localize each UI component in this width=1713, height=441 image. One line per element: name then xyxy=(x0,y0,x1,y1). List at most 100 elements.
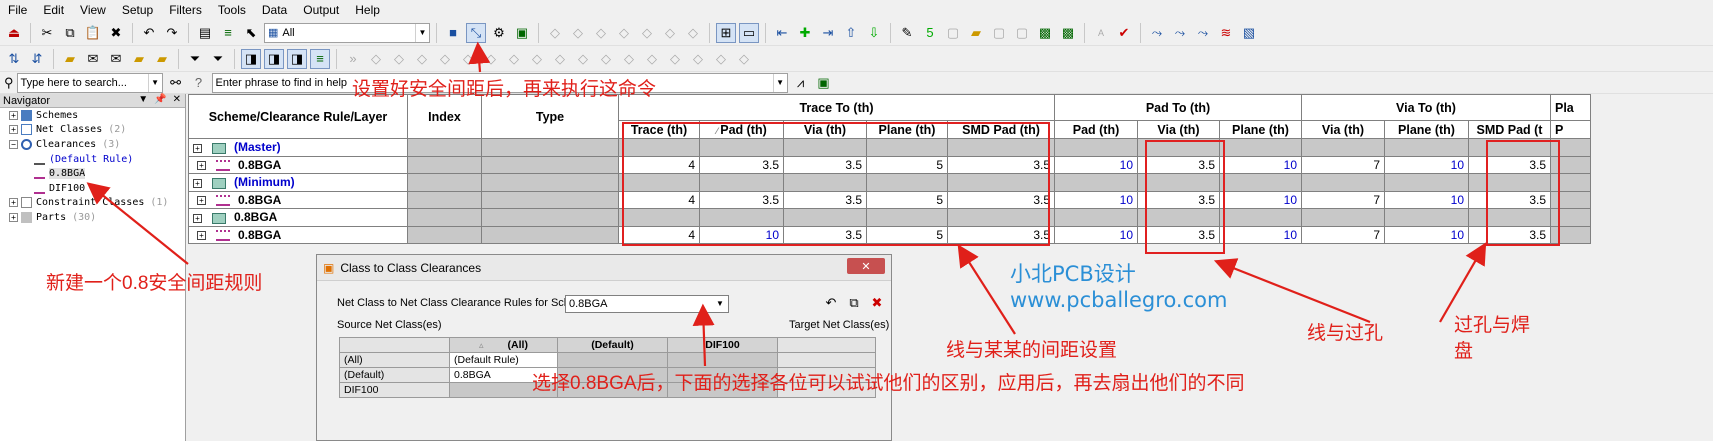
tree-item-schemes[interactable]: + Schemes xyxy=(0,108,185,123)
expand-icon[interactable]: + xyxy=(197,161,206,171)
help-icon[interactable]: ? xyxy=(189,73,209,93)
route-icon[interactable]: ⤳ xyxy=(1193,23,1213,43)
menu-help[interactable]: Help xyxy=(347,0,388,20)
matrix-cell[interactable]: (Default Rule) xyxy=(449,352,558,368)
tree-item-0-8bga[interactable]: 0.8BGA xyxy=(0,166,185,181)
exit-icon[interactable]: ⏏ xyxy=(4,23,24,43)
row-name-cell[interactable]: + (Master) xyxy=(188,138,408,157)
matrix-col-header[interactable]: ▵ (All) xyxy=(449,337,558,353)
tree-view-icon[interactable]: ⊞ xyxy=(716,22,736,43)
delete-icon[interactable]: ✖ xyxy=(106,23,126,43)
value-cell[interactable] xyxy=(1054,173,1138,192)
matrix-row-header[interactable]: (All) xyxy=(339,352,450,368)
pcb-icon[interactable]: ▩ xyxy=(1035,23,1055,43)
3d-view-icon[interactable]: ▣ xyxy=(512,23,532,43)
value-cell[interactable]: 7 xyxy=(1301,190,1385,209)
3d-view-icon[interactable]: ▣ xyxy=(814,73,834,93)
shape-icon[interactable]: ◇ xyxy=(683,23,703,43)
col-header[interactable]: P xyxy=(1550,120,1591,139)
sort-ascending-icon[interactable]: ⇅ xyxy=(4,49,24,69)
shape-icon[interactable]: ◇ xyxy=(596,49,616,69)
doc-icon[interactable]: ▢ xyxy=(989,23,1009,43)
tree-item-net-classes[interactable]: + Net Classes (2) xyxy=(0,123,185,138)
menu-setup[interactable]: Setup xyxy=(114,0,161,20)
matrix-row-header[interactable]: (Default) xyxy=(339,367,450,383)
close-icon[interactable]: ✕ xyxy=(173,94,181,105)
expand-icon[interactable]: + xyxy=(193,213,202,223)
route-icon[interactable]: ⤳ xyxy=(1170,23,1190,43)
shape-icon[interactable]: ◇ xyxy=(568,23,588,43)
value-cell[interactable] xyxy=(1219,173,1302,192)
index-cell[interactable] xyxy=(407,225,482,244)
copy-icon[interactable]: ⧉ xyxy=(844,293,864,313)
collapse-icon[interactable]: − xyxy=(9,139,18,149)
expand-icon[interactable]: + xyxy=(197,231,206,241)
layers-icon[interactable]: ≡ xyxy=(310,48,330,69)
shape-icon[interactable]: ◇ xyxy=(412,49,432,69)
rules-icon[interactable]: ⚙ xyxy=(489,23,509,43)
value-cell[interactable]: 10 xyxy=(1219,225,1302,244)
sort-descending-icon[interactable]: ⇵ xyxy=(27,49,47,69)
chevron-down-icon[interactable]: ▼ xyxy=(147,73,162,92)
value-cell[interactable] xyxy=(1054,138,1138,157)
row-name-cell[interactable]: +0.8BGA xyxy=(188,155,408,174)
value-cell[interactable]: 10 xyxy=(1054,190,1138,209)
row-name-cell[interactable]: +0.8BGA xyxy=(188,208,408,227)
index-cell[interactable] xyxy=(407,173,482,192)
doc-icon[interactable]: ▢ xyxy=(1012,23,1032,43)
filter-combo[interactable]: ▦ All ▼ xyxy=(264,22,430,43)
col-header[interactable]: Plane (th) xyxy=(1384,120,1469,139)
shape-icon[interactable]: ◇ xyxy=(642,49,662,69)
matrix-cell[interactable] xyxy=(667,352,778,368)
chevron-down-icon[interactable]: ▼ xyxy=(772,73,787,92)
properties-icon[interactable]: ▤ xyxy=(195,23,215,43)
check-icon[interactable]: ✔ xyxy=(1114,23,1134,43)
tree-item-clearances[interactable]: − Clearances (3) xyxy=(0,137,185,152)
index-cell[interactable] xyxy=(407,208,482,227)
expand-icon[interactable]: + xyxy=(193,178,202,188)
value-cell[interactable]: 10 xyxy=(1219,155,1302,174)
value-cell[interactable]: 10 xyxy=(1384,190,1469,209)
shape-icon[interactable]: ◇ xyxy=(665,49,685,69)
list-view-icon[interactable]: ▭ xyxy=(739,22,759,43)
menu-tools[interactable]: Tools xyxy=(210,0,254,20)
redo-icon[interactable]: ↷ xyxy=(162,23,182,43)
matrix-row-header[interactable]: DIF100 xyxy=(339,382,450,398)
route-icon[interactable]: ⤳ xyxy=(1147,23,1167,43)
number-icon[interactable]: 5 xyxy=(920,23,940,43)
shape-icon[interactable]: ◇ xyxy=(366,49,386,69)
shape-icon[interactable]: ◇ xyxy=(734,49,754,69)
value-cell[interactable]: 10 xyxy=(1054,155,1138,174)
undo-icon[interactable]: ↶ xyxy=(821,293,841,313)
matrix-col-header[interactable]: DIF100 xyxy=(667,337,778,353)
folder-icon[interactable]: ▰ xyxy=(152,49,172,69)
value-cell[interactable] xyxy=(1219,208,1302,227)
value-cell[interactable] xyxy=(1384,173,1469,192)
menu-filters[interactable]: Filters xyxy=(161,0,210,20)
value-cell[interactable]: 7 xyxy=(1301,225,1385,244)
expand-icon[interactable]: + xyxy=(193,143,202,153)
col-header[interactable]: Via (th) xyxy=(1301,120,1385,139)
tree-item-constraint-classes[interactable]: + Constraint Classes (1) xyxy=(0,196,185,211)
col-header-index[interactable]: Index xyxy=(407,94,482,139)
folder-icon[interactable]: ▰ xyxy=(60,49,80,69)
paste-icon[interactable]: 📋 xyxy=(83,23,103,43)
menu-data[interactable]: Data xyxy=(254,0,295,20)
value-cell[interactable] xyxy=(1301,173,1385,192)
shape-icon[interactable]: ◇ xyxy=(573,49,593,69)
shape-icon[interactable]: ◇ xyxy=(504,49,524,69)
tree-item-default-rule[interactable]: (Default Rule) xyxy=(0,152,185,167)
row-name-cell[interactable]: + (Minimum) xyxy=(188,173,408,192)
scheme-icon[interactable]: ◨ xyxy=(241,48,261,69)
index-cell[interactable] xyxy=(407,138,482,157)
shape-icon[interactable]: ◇ xyxy=(660,23,680,43)
envelope-icon[interactable]: ✉ xyxy=(106,49,126,69)
type-cell[interactable] xyxy=(481,225,619,244)
menu-file[interactable]: File xyxy=(0,0,35,20)
type-cell[interactable] xyxy=(481,155,619,174)
scheme-icon[interactable]: ◨ xyxy=(287,48,307,69)
col-header[interactable]: SMD Pad (t xyxy=(1468,120,1551,139)
value-cell[interactable]: 10 xyxy=(1054,225,1138,244)
pcb-icon[interactable]: ▩ xyxy=(1058,23,1078,43)
value-cell[interactable]: 7 xyxy=(1301,155,1385,174)
